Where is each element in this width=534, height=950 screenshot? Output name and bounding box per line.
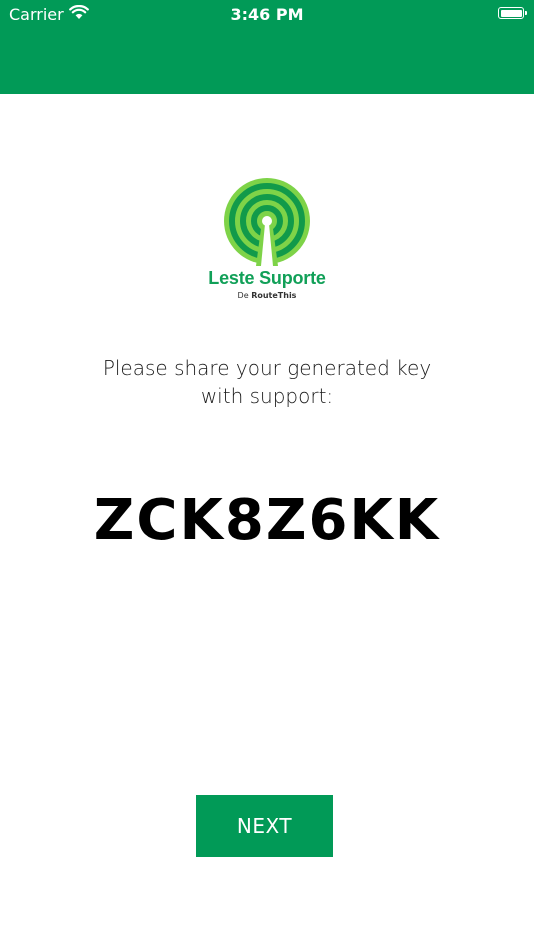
generated-key: ZCK8Z6KK — [93, 488, 441, 553]
instructions-line-2: with support: — [200, 384, 334, 408]
byline-prefix: De — [237, 291, 249, 300]
instructions-text: Please share your generated key with sup… — [0, 354, 534, 410]
app-header: Carrier 3:46 PM — [0, 0, 534, 94]
battery-icon — [498, 7, 527, 19]
brand-byline: De RouteThis — [0, 291, 534, 300]
signal-tower-icon — [224, 178, 310, 266]
status-time: 3:46 PM — [230, 5, 304, 24]
next-button[interactable]: NEXT — [196, 795, 333, 857]
status-bar: Carrier 3:46 PM — [0, 0, 534, 30]
app-logo: Leste Suporte De RouteThis — [0, 176, 534, 300]
instructions-line-1: Please share your generated key — [102, 356, 432, 380]
byline-brand: RouteThis — [251, 291, 297, 300]
brand-name: Leste Suporte — [208, 268, 326, 288]
